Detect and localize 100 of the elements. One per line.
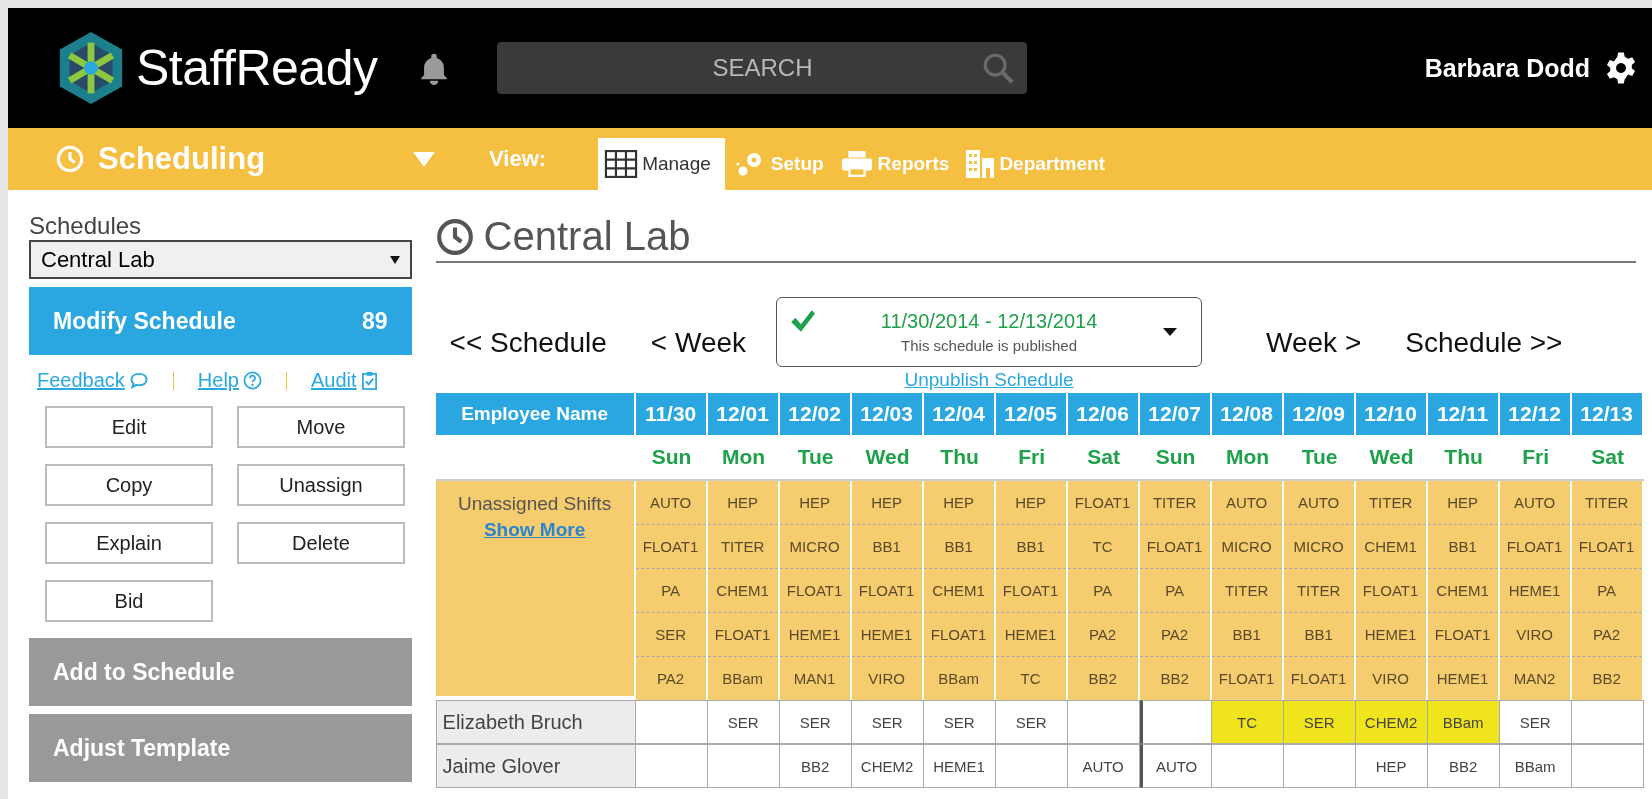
unassigned-shift[interactable]: HEME1 (1499, 569, 1570, 613)
shift-cell[interactable]: CHEM2 (851, 744, 924, 788)
empty-cell[interactable] (707, 744, 780, 788)
unassigned-shift[interactable]: FLOAT1 (1571, 525, 1642, 569)
shift-cell[interactable]: SER (1499, 700, 1572, 744)
unassigned-shift[interactable]: FLOAT1 (1499, 525, 1570, 569)
action-button[interactable]: Copy (45, 464, 213, 506)
shift-cell[interactable]: SER (779, 700, 852, 744)
unassigned-shift[interactable]: PA2 (1139, 613, 1210, 657)
unassigned-shift[interactable]: BB1 (1211, 613, 1282, 657)
unassigned-shift[interactable]: AUTO (1499, 481, 1570, 525)
caret-icon[interactable] (413, 151, 436, 167)
shift-cell[interactable]: SER (995, 700, 1068, 744)
unassigned-shift[interactable]: AUTO (635, 481, 706, 525)
unassigned-shift[interactable]: BB1 (995, 525, 1066, 569)
settings-icon[interactable] (1604, 51, 1638, 85)
unassigned-shift[interactable]: CHEM1 (707, 569, 778, 613)
unassigned-shift[interactable]: HEME1 (851, 613, 922, 657)
unassigned-shift[interactable]: FLOAT1 (779, 569, 850, 613)
unassigned-shift[interactable]: PA2 (635, 657, 706, 700)
empty-cell[interactable] (1571, 700, 1644, 744)
unassigned-shift[interactable]: FLOAT1 (1427, 613, 1498, 657)
unassigned-shift[interactable]: FLOAT1 (923, 613, 994, 657)
unassigned-shift[interactable]: FLOAT1 (1067, 481, 1138, 525)
unassigned-shift[interactable]: HEP (707, 481, 778, 525)
unassigned-shift[interactable]: TITER (1211, 569, 1282, 613)
next-schedule-link[interactable]: Schedule >> (1405, 327, 1563, 359)
shift-cell[interactable]: BBam (1427, 700, 1500, 744)
unassigned-shift[interactable]: VIRO (1355, 657, 1426, 700)
unassigned-shift[interactable]: HEP (779, 481, 850, 525)
unassigned-shift[interactable]: TC (995, 657, 1066, 700)
unassigned-shift[interactable]: BB1 (1427, 525, 1498, 569)
unassigned-shift[interactable]: PA (1571, 569, 1642, 613)
unassigned-shift[interactable]: TITER (1571, 481, 1642, 525)
unassigned-shift[interactable]: MICRO (779, 525, 850, 569)
unassigned-shift[interactable]: TITER (1139, 481, 1210, 525)
unassigned-shift[interactable]: MICRO (1283, 525, 1354, 569)
unassigned-shift[interactable]: HEME1 (995, 613, 1066, 657)
unassigned-shift[interactable]: VIRO (1499, 613, 1570, 657)
unassigned-shift[interactable]: HEP (851, 481, 922, 525)
next-week-link[interactable]: Week > (1266, 327, 1362, 359)
search-field[interactable]: SEARCH (497, 42, 1028, 94)
unassigned-shift[interactable]: TITER (707, 525, 778, 569)
unassigned-shift[interactable]: TITER (1283, 569, 1354, 613)
empty-cell[interactable] (1283, 744, 1356, 788)
previous-schedule-link[interactable]: << Schedule (449, 327, 607, 359)
shift-cell[interactable]: SER (707, 700, 780, 744)
shift-cell[interactable]: SER (851, 700, 924, 744)
employee-name[interactable]: Jaime Glover (435, 744, 636, 788)
employee-name[interactable]: Elizabeth Bruch (435, 700, 636, 744)
unassigned-shift[interactable]: PA2 (1571, 613, 1642, 657)
action-button[interactable]: Explain (45, 522, 213, 564)
shift-cell[interactable]: SER (1283, 700, 1356, 744)
unassigned-shift[interactable]: FLOAT1 (1283, 657, 1354, 700)
shift-cell[interactable]: BB2 (1427, 744, 1500, 788)
unassigned-shift[interactable]: BB1 (851, 525, 922, 569)
unassigned-shift[interactable]: CHEM1 (1355, 525, 1426, 569)
unassigned-shift[interactable]: FLOAT1 (635, 525, 706, 569)
empty-cell[interactable] (995, 744, 1068, 788)
user-name[interactable]: Barbara Dodd (1424, 53, 1590, 83)
unassigned-shift[interactable]: BB1 (923, 525, 994, 569)
unassigned-shift[interactable]: HEP (995, 481, 1066, 525)
unassigned-shift[interactable]: TITER (1355, 481, 1426, 525)
schedule-dropdown[interactable]: Central Lab (29, 240, 412, 279)
unassigned-shift[interactable]: BBam (707, 657, 778, 700)
action-button[interactable]: Delete (237, 522, 405, 564)
unassigned-shift[interactable]: AUTO (1211, 481, 1282, 525)
unassigned-shift[interactable]: MAN1 (779, 657, 850, 700)
shift-cell[interactable]: BB2 (779, 744, 852, 788)
unassigned-shift[interactable]: VIRO (851, 657, 922, 700)
unassigned-shift[interactable]: HEME1 (1427, 657, 1498, 700)
action-button[interactable]: Bid (45, 580, 213, 622)
shift-cell[interactable]: BBam (1499, 744, 1572, 788)
action-button[interactable]: Unassign (237, 464, 405, 506)
unassigned-shift[interactable]: HEP (923, 481, 994, 525)
unassigned-shift[interactable]: MAN2 (1499, 657, 1570, 700)
unassigned-shift[interactable]: FLOAT1 (1355, 569, 1426, 613)
period-dropdown[interactable]: 11/30/2014 - 12/13/2014 This schedule is published (776, 297, 1203, 367)
unassigned-shift[interactable]: HEP (1427, 481, 1498, 525)
unassigned-shift[interactable]: BB1 (1283, 613, 1354, 657)
unassigned-shift[interactable]: BB2 (1067, 657, 1138, 700)
unassigned-shift[interactable]: FLOAT1 (1211, 657, 1282, 700)
unassigned-shift[interactable]: BBam (923, 657, 994, 700)
action-button[interactable]: Edit (45, 406, 213, 448)
unassigned-shift[interactable]: HEME1 (1355, 613, 1426, 657)
shift-cell[interactable]: HEME1 (923, 744, 996, 788)
unassigned-shift[interactable]: TC (1067, 525, 1138, 569)
unassigned-shift[interactable]: FLOAT1 (1139, 525, 1210, 569)
unassigned-shift[interactable]: BB2 (1139, 657, 1210, 700)
unassigned-shift[interactable]: BB2 (1571, 657, 1642, 700)
previous-week-link[interactable]: < Week (650, 327, 747, 359)
shift-cell[interactable]: CHEM2 (1355, 700, 1428, 744)
shift-cell[interactable]: SER (923, 700, 996, 744)
unassigned-shift[interactable]: PA2 (1067, 613, 1138, 657)
unassigned-shift[interactable]: PA (1139, 569, 1210, 613)
unassigned-shift[interactable]: SER (635, 613, 706, 657)
shift-cell[interactable]: AUTO (1139, 744, 1212, 788)
unassigned-shift[interactable]: FLOAT1 (995, 569, 1066, 613)
unassigned-shift[interactable]: CHEM1 (1427, 569, 1498, 613)
shift-cell[interactable]: AUTO (1067, 744, 1140, 788)
